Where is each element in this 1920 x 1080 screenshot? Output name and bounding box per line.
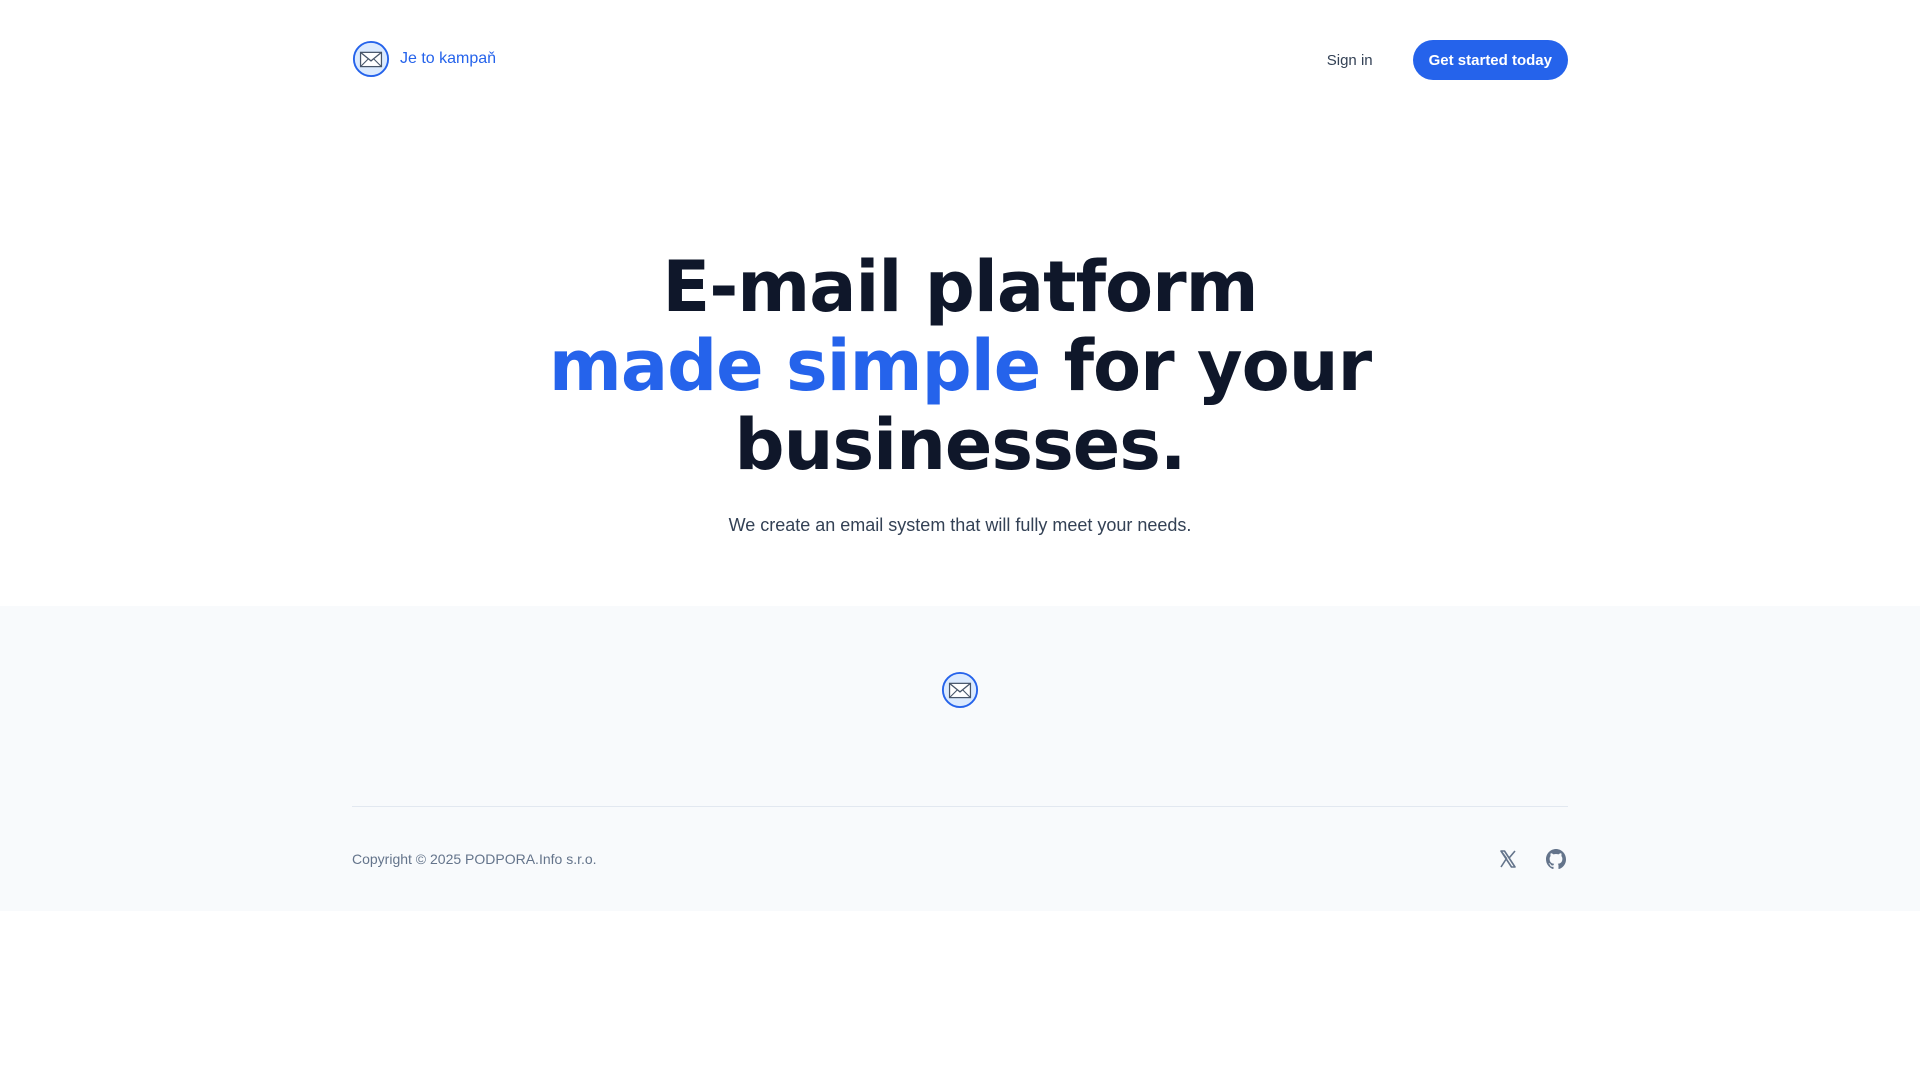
header-nav: Sign in Get started today bbox=[1327, 40, 1568, 80]
hero-subtitle: We create an email system that will full… bbox=[728, 515, 1192, 535]
footer-logo-row bbox=[352, 606, 1568, 806]
github-icon[interactable] bbox=[1544, 847, 1568, 871]
footer-bottom: Copyright © 2025 PODPORA.Info s.r.o. bbox=[352, 807, 1568, 911]
hero-section: E-mail platform made simple for your bus… bbox=[0, 120, 1920, 606]
hero-title: E-mail platform made simple for your bus… bbox=[0, 120, 1920, 485]
hero-title-line1: E-mail platform bbox=[662, 246, 1258, 328]
get-started-button[interactable]: Get started today bbox=[1412, 40, 1568, 80]
hero-title-line3: businesses. bbox=[734, 404, 1187, 486]
hero-title-accent-wrap: made simple bbox=[548, 325, 1041, 409]
hero-title-accent: made simple bbox=[548, 325, 1041, 407]
x-icon[interactable] bbox=[1496, 847, 1520, 871]
sign-in-link[interactable]: Sign in bbox=[1327, 52, 1373, 69]
envelope-logo-icon bbox=[941, 671, 979, 709]
hero-title-rest: for your bbox=[1040, 325, 1373, 407]
copyright-text: Copyright © 2025 PODPORA.Info s.r.o. bbox=[352, 851, 597, 867]
brand-link[interactable]: Je to kampaň bbox=[352, 40, 496, 78]
social-links bbox=[1496, 847, 1568, 871]
site-footer: Copyright © 2025 PODPORA.Info s.r.o. bbox=[0, 606, 1920, 911]
brand-name: Je to kampaň bbox=[400, 50, 497, 67]
site-header: Je to kampaň Sign in Get started today bbox=[352, 0, 1568, 120]
envelope-logo-icon bbox=[352, 40, 390, 78]
